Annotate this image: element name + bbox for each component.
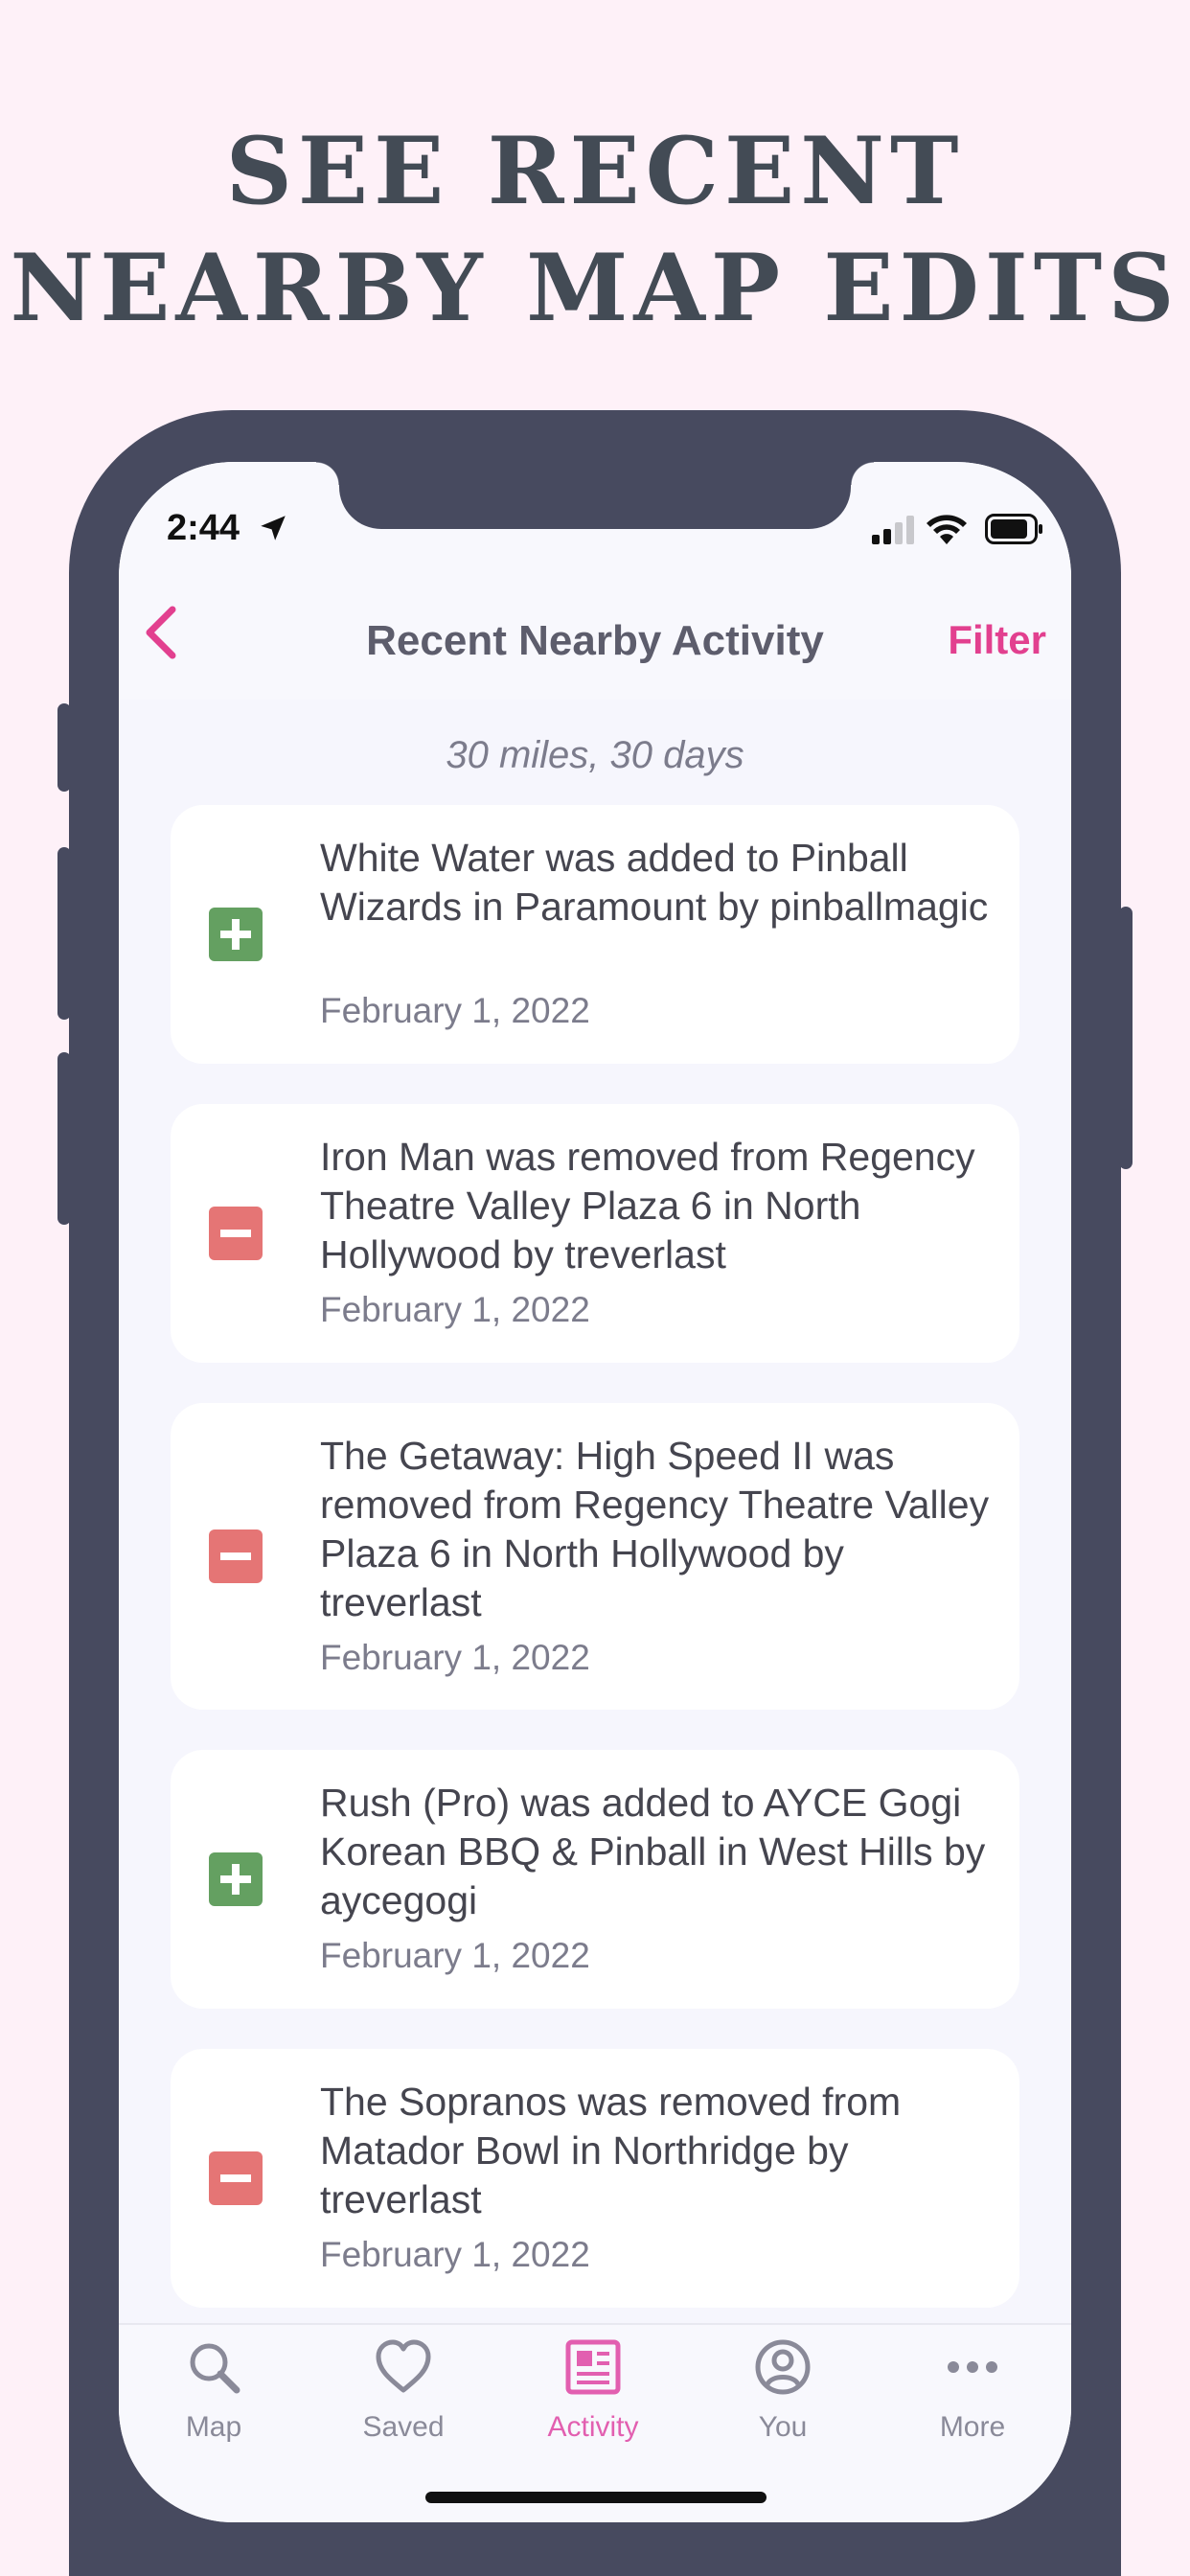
promo-headline: SEE RECENT NEARBY MAP EDITS: [0, 113, 1190, 347]
ellipsis-icon: [948, 2361, 997, 2373]
tab-more[interactable]: More: [878, 2325, 1067, 2478]
activity-date: February 1, 2022: [320, 991, 590, 1030]
newspaper-icon: [565, 2339, 621, 2395]
phone-volume-up-button: [57, 847, 71, 1020]
plus-icon: [209, 1852, 263, 1906]
user-circle-icon: [755, 2339, 811, 2395]
plus-icon: [209, 908, 263, 961]
tab-you[interactable]: You: [688, 2325, 878, 2478]
navigation-bar: Recent Nearby Activity Filter: [119, 548, 1071, 700]
activity-date: February 1, 2022: [320, 1638, 590, 1677]
heart-icon: [376, 2339, 431, 2393]
tab-map[interactable]: Map: [119, 2325, 309, 2478]
status-time: 2:44: [167, 508, 240, 548]
activity-description: White Water was added to Pinball Wizards…: [320, 836, 989, 929]
activity-card[interactable]: The Getaway: High Speed II was removed f…: [171, 1403, 1019, 1710]
phone-notch: [316, 462, 874, 529]
tab-saved[interactable]: Saved: [309, 2325, 498, 2478]
minus-icon: [209, 2151, 263, 2205]
battery-icon: [985, 514, 1042, 544]
tab-label: Activity: [547, 2411, 639, 2443]
activity-description: Rush (Pro) was added to AYCE Gogi Korean…: [320, 1781, 986, 1922]
activity-description: The Sopranos was removed from Matador Bo…: [320, 2080, 902, 2221]
location-arrow-icon: [261, 516, 286, 540]
tab-activity[interactable]: Activity: [498, 2325, 688, 2478]
minus-icon: [209, 1530, 263, 1583]
tab-label: You: [758, 2411, 808, 2443]
cellular-signal-icon: [872, 516, 914, 544]
tab-label: Map: [185, 2411, 242, 2443]
activity-card[interactable]: The Sopranos was removed from Matador Bo…: [171, 2049, 1019, 2308]
activity-card[interactable]: White Water was added to Pinball Wizards…: [171, 805, 1019, 1064]
wifi-icon: [927, 515, 967, 544]
promo-headline-line-1: SEE RECENT: [225, 117, 965, 225]
minus-icon: [209, 1207, 263, 1260]
activity-card[interactable]: Rush (Pro) was added to AYCE Gogi Korean…: [171, 1750, 1019, 2009]
activity-description: The Getaway: High Speed II was removed f…: [320, 1434, 990, 1624]
filter-summary: 30 miles, 30 days: [446, 734, 744, 776]
phone-volume-down-button: [57, 1052, 71, 1225]
filter-button[interactable]: Filter: [948, 617, 1046, 663]
activity-card[interactable]: Iron Man was removed from Regency Theatr…: [171, 1104, 1019, 1363]
activity-feed[interactable]: 30 miles, 30 days White Water was added …: [119, 700, 1071, 2323]
phone-mute-switch: [57, 703, 71, 792]
phone-power-button: [1119, 907, 1133, 1169]
tab-label: Saved: [362, 2411, 445, 2443]
activity-description: Iron Man was removed from Regency Theatr…: [320, 1135, 975, 1276]
page-title: Recent Nearby Activity: [366, 617, 824, 664]
phone-screen: 2:44 Recent Nearby Activity Filter 30 mi: [119, 462, 1071, 2522]
search-icon: [190, 2343, 240, 2394]
tab-label: More: [939, 2411, 1006, 2443]
activity-date: February 1, 2022: [320, 1936, 590, 1975]
promo-headline-line-2: NEARBY MAP EDITS: [10, 234, 1180, 342]
activity-date: February 1, 2022: [320, 2235, 590, 2274]
home-indicator[interactable]: [425, 2492, 767, 2503]
activity-date: February 1, 2022: [320, 1290, 590, 1329]
